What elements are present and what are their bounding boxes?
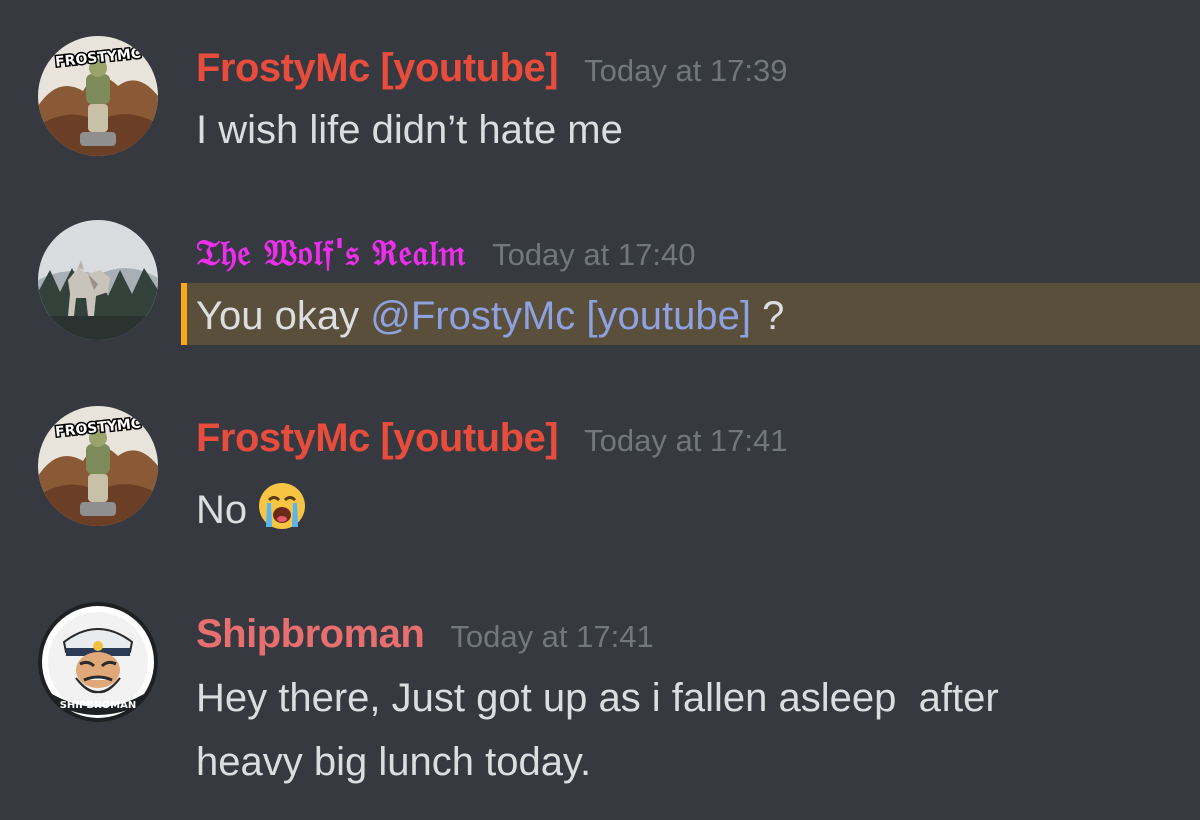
user-avatar[interactable] xyxy=(38,220,158,340)
message-text: No xyxy=(196,488,248,532)
user-avatar[interactable]: SHIPBROMAN xyxy=(38,602,158,722)
message-header: Shipbroman Today at 17:41 xyxy=(196,612,654,657)
message-content: I wish life didn’t hate me xyxy=(196,108,623,152)
user-avatar[interactable]: FROSTYMC xyxy=(38,406,158,526)
username[interactable]: 𝔗𝔥𝔢 𝔚𝔬𝔩𝔣'𝔰 ℜ𝔢𝔞𝔩𝔪 xyxy=(196,232,466,275)
message-text-line: Hey there, Just got up as i fallen aslee… xyxy=(196,676,999,720)
message-header: FrostyMc [youtube] Today at 17:39 xyxy=(196,46,788,91)
svg-text:SHIPBROMAN: SHIPBROMAN xyxy=(60,700,137,711)
timestamp[interactable]: Today at 17:41 xyxy=(450,619,653,655)
frostymc-avatar-icon: FROSTYMC xyxy=(38,36,158,156)
message-header: FrostyMc [youtube] Today at 17:41 xyxy=(196,416,788,461)
frostymc-avatar-icon: FROSTYMC xyxy=(38,406,158,526)
user-avatar[interactable]: FROSTYMC xyxy=(38,36,158,156)
username[interactable]: Shipbroman xyxy=(196,612,425,657)
timestamp[interactable]: Today at 17:40 xyxy=(492,237,695,273)
message-text: You okay xyxy=(196,294,371,338)
chat-message-list: FROSTYMC FrostyMc [youtube] Today at 17:… xyxy=(0,0,1200,820)
username[interactable]: FrostyMc [youtube] xyxy=(196,46,559,91)
message-text-line: heavy big lunch today. xyxy=(196,740,592,784)
message-content: Hey there, Just got up as i fallen aslee… xyxy=(196,666,999,794)
user-mention[interactable]: @FrostyMc [youtube] xyxy=(370,294,751,338)
timestamp[interactable]: Today at 17:39 xyxy=(584,53,787,89)
wolf-avatar-icon xyxy=(38,220,158,340)
message-content: You okay @FrostyMc [youtube] ? xyxy=(196,284,784,348)
shipbroman-avatar-icon: SHIPBROMAN xyxy=(38,602,158,722)
message-text: ? xyxy=(750,294,785,338)
timestamp[interactable]: Today at 17:41 xyxy=(584,423,787,459)
message-content: No xyxy=(196,478,307,550)
username[interactable]: FrostyMc [youtube] xyxy=(196,416,559,461)
message-header: 𝔗𝔥𝔢 𝔚𝔬𝔩𝔣'𝔰 ℜ𝔢𝔞𝔩𝔪 Today at 17:40 xyxy=(196,232,695,275)
loudly-crying-face-emoji[interactable] xyxy=(257,481,307,550)
